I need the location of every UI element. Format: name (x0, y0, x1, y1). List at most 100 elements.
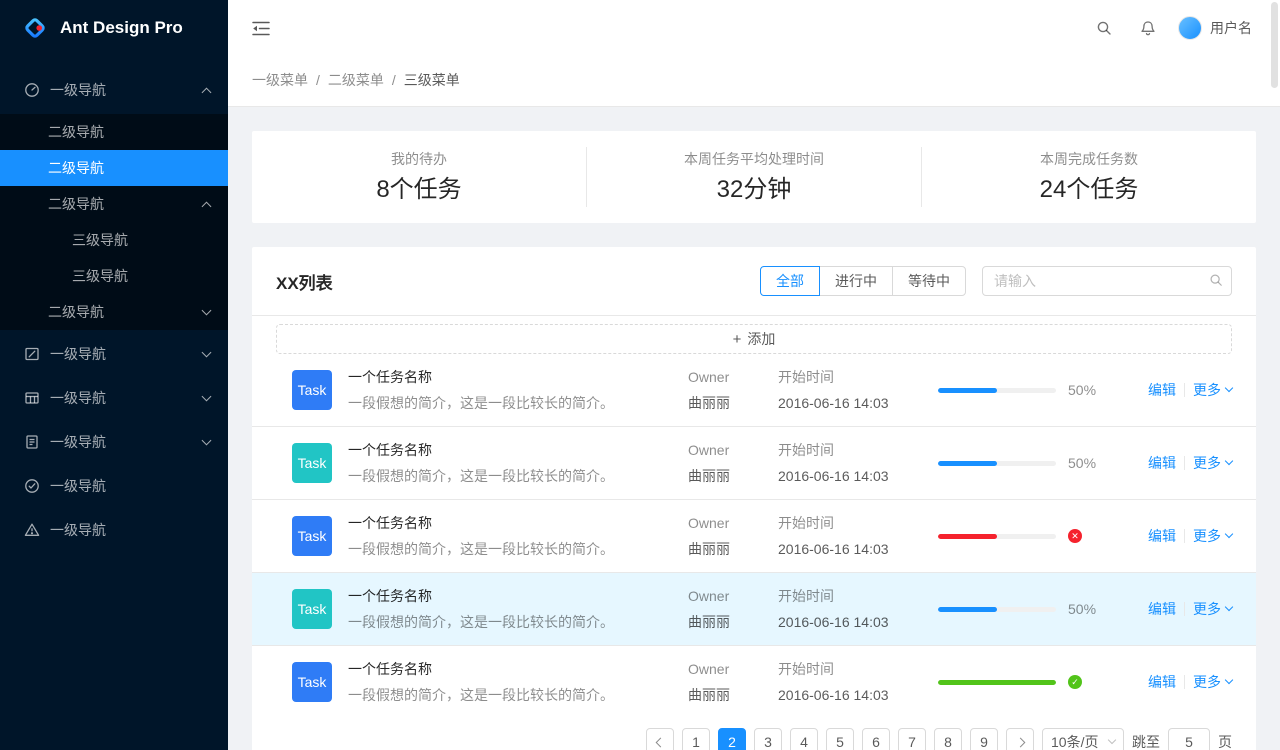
menu-fold-icon[interactable] (228, 0, 294, 56)
start-time-column: 开始时间 2016-06-16 14:03 (778, 658, 938, 706)
pagination-next-button[interactable] (1006, 728, 1034, 750)
edit-link[interactable]: 编辑 (1148, 380, 1176, 400)
task-progress: 50% (938, 455, 1128, 471)
start-time-label: 开始时间 (778, 585, 938, 607)
profile-icon (24, 434, 40, 450)
sidebar-item-level3-2[interactable]: 三级导航 (0, 258, 228, 294)
search-input[interactable] (982, 266, 1232, 296)
pagination-page-5[interactable]: 5 (826, 728, 854, 750)
edit-link[interactable]: 编辑 (1148, 599, 1176, 619)
jump-to-input[interactable] (1168, 728, 1210, 750)
task-row-hovered[interactable]: Task 一个任务名称 一段假想的简介，这是一段比较长的简介。 Owner 曲丽… (252, 573, 1256, 646)
pagination: 1 2 3 4 5 6 7 8 9 10条/页 跳至 页 (252, 718, 1256, 750)
sidebar-item-level2-1[interactable]: 二级导航 (0, 114, 228, 150)
top-header: 用户名 (228, 0, 1280, 56)
sidebar-item-level1-exception[interactable]: 一级导航 (0, 510, 228, 550)
progress-track (938, 461, 1056, 466)
sidebar-menu: 一级导航 二级导航 二级导航 二级导航 三级导航 三级导航 (0, 56, 228, 554)
task-description: 一段假想的简介，这是一段比较长的简介。 (348, 684, 688, 706)
task-title[interactable]: 一个任务名称 (348, 512, 688, 534)
filter-waiting[interactable]: 等待中 (892, 266, 966, 296)
pagination-page-1[interactable]: 1 (682, 728, 710, 750)
task-row[interactable]: Task 一个任务名称 一段假想的简介，这是一段比较长的简介。 Owner 曲丽… (252, 500, 1256, 573)
owner-label: Owner (688, 512, 778, 534)
more-link[interactable]: 更多 (1193, 380, 1232, 400)
progress-track (938, 607, 1056, 612)
pagination-page-9[interactable]: 9 (970, 728, 998, 750)
owner-value: 曲丽丽 (688, 684, 778, 706)
sidebar-item-level3-1[interactable]: 三级导航 (0, 222, 228, 258)
sidebar-item-level1-dashboard[interactable]: 一级导航 (0, 70, 228, 110)
task-row[interactable]: Task 一个任务名称 一段假想的简介，这是一段比较长的简介。 Owner 曲丽… (252, 427, 1256, 500)
more-link[interactable]: 更多 (1193, 526, 1232, 546)
sidebar-item-level1-form[interactable]: 一级导航 (0, 334, 228, 374)
edit-link[interactable]: 编辑 (1148, 453, 1176, 473)
task-title[interactable]: 一个任务名称 (348, 585, 688, 607)
chevron-down-icon (1225, 603, 1233, 611)
sidebar-item-level1-result[interactable]: 一级导航 (0, 466, 228, 506)
search-icon[interactable] (1086, 10, 1122, 46)
sidebar-item-level1-table[interactable]: 一级导航 (0, 378, 228, 418)
task-main: 一个任务名称 一段假想的简介，这是一段比较长的简介。 (348, 439, 688, 487)
page-content: 我的待办 8个任务 本周任务平均处理时间 32分钟 本周完成任务数 24个任务 … (228, 107, 1280, 750)
more-link[interactable]: 更多 (1193, 599, 1232, 619)
task-title[interactable]: 一个任务名称 (348, 658, 688, 680)
sidebar-item-level1-profile[interactable]: 一级导航 (0, 422, 228, 462)
logo[interactable]: Ant Design Pro (0, 0, 228, 56)
pagination-page-4[interactable]: 4 (790, 728, 818, 750)
pagination-page-8[interactable]: 8 (934, 728, 962, 750)
owner-label: Owner (688, 439, 778, 461)
filter-all[interactable]: 全部 (760, 266, 820, 296)
bell-icon[interactable] (1130, 10, 1166, 46)
pagination-page-6[interactable]: 6 (862, 728, 890, 750)
start-time-value: 2016-06-16 14:03 (778, 538, 938, 560)
filter-in-progress[interactable]: 进行中 (819, 266, 893, 296)
sidebar-submenu: 二级导航 二级导航 二级导航 三级导航 三级导航 二级导航 (0, 114, 228, 330)
task-list-card: XX列表 全部 进行中 等待中 (252, 247, 1256, 750)
edit-link[interactable]: 编辑 (1148, 526, 1176, 546)
pagination-page-7[interactable]: 7 (898, 728, 926, 750)
task-title[interactable]: 一个任务名称 (348, 439, 688, 461)
user-avatar (1178, 16, 1202, 40)
more-link[interactable]: 更多 (1193, 672, 1232, 692)
chevron-down-icon (1225, 384, 1233, 392)
start-time-column: 开始时间 2016-06-16 14:03 (778, 439, 938, 487)
app-root: Ant Design Pro 一级导航 二级导航 二级导航 二级导航 (0, 0, 1280, 750)
start-time-value: 2016-06-16 14:03 (778, 611, 938, 633)
task-actions: 编辑 更多 (1148, 672, 1232, 692)
task-main: 一个任务名称 一段假想的简介，这是一段比较长的简介。 (348, 366, 688, 414)
search-icon[interactable] (1209, 273, 1223, 290)
task-progress: 50% (938, 601, 1128, 617)
sidebar-item-level2-4[interactable]: 二级导航 (0, 294, 228, 330)
chevron-down-icon (202, 305, 212, 315)
add-task-button[interactable]: + 添加 (276, 324, 1232, 354)
task-description: 一段假想的简介，这是一段比较长的简介。 (348, 611, 688, 633)
scrollbar-thumb[interactable] (1271, 2, 1278, 88)
stat-label: 我的待办 (252, 149, 586, 169)
breadcrumb-separator: / (392, 72, 396, 88)
breadcrumb-item-1[interactable]: 一级菜单 (252, 70, 308, 90)
edit-link[interactable]: 编辑 (1148, 672, 1176, 692)
owner-column: Owner 曲丽丽 (688, 512, 778, 560)
task-row[interactable]: Task 一个任务名称 一段假想的简介，这是一段比较长的简介。 Owner 曲丽… (252, 354, 1256, 427)
chevron-down-icon (202, 391, 212, 401)
start-time-label: 开始时间 (778, 658, 938, 680)
page-size-select[interactable]: 10条/页 (1042, 728, 1124, 750)
chevron-up-icon (202, 87, 212, 97)
progress-track (938, 388, 1056, 393)
check-circle-icon (24, 478, 40, 494)
task-row[interactable]: Task 一个任务名称 一段假想的简介，这是一段比较长的简介。 Owner 曲丽… (252, 646, 1256, 718)
sidebar-item-level2-3[interactable]: 二级导航 (0, 186, 228, 222)
sidebar-item-level2-2-selected[interactable]: 二级导航 (0, 150, 228, 186)
pagination-prev-button[interactable] (646, 728, 674, 750)
task-actions: 编辑 更多 (1148, 380, 1232, 400)
pagination-page-2-current[interactable]: 2 (718, 728, 746, 750)
pagination-page-3[interactable]: 3 (754, 728, 782, 750)
action-divider (1184, 456, 1185, 470)
breadcrumb-item-2[interactable]: 二级菜单 (328, 70, 384, 90)
task-title[interactable]: 一个任务名称 (348, 366, 688, 388)
stat-completed: 本周完成任务数 24个任务 (921, 147, 1256, 207)
owner-value: 曲丽丽 (688, 392, 778, 414)
more-link[interactable]: 更多 (1193, 453, 1232, 473)
user-account[interactable]: 用户名 (1174, 16, 1256, 40)
